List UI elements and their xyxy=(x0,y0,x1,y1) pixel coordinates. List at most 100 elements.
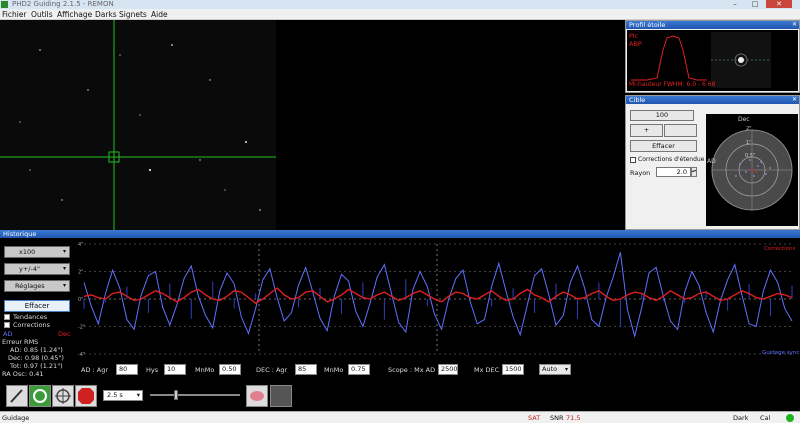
rms-title: Erreur RMS xyxy=(2,338,39,346)
zoom-out-button[interactable] xyxy=(664,124,697,137)
history-panel: Historique x100 ▾ y+/-4" ▾ Réglages ▾ Effac… xyxy=(0,230,800,382)
dec-mode-select[interactable]: Auto ▾ xyxy=(539,364,571,375)
settings-combo[interactable]: Réglages ▾ xyxy=(4,280,70,292)
zoom-in-button[interactable]: + xyxy=(630,124,663,137)
y-scale-combo[interactable]: y+/-4" ▾ xyxy=(4,263,70,275)
clear-history-button[interactable]: Effacer xyxy=(4,300,70,312)
graph-corner-label-top: Corrections xyxy=(764,246,796,252)
minimize-button[interactable]: – xyxy=(726,0,744,8)
target-bullseye xyxy=(706,114,798,226)
max-dec-input[interactable]: 1500 xyxy=(502,364,524,375)
rms-ra: AD: 0.85 (1.24") xyxy=(10,346,63,354)
app-icon xyxy=(1,1,8,8)
trends-label: Tendances xyxy=(13,313,48,321)
menu-affichage[interactable]: Affichage xyxy=(57,10,92,19)
target-clear-button[interactable]: Effacer xyxy=(630,140,697,152)
dec-aggr-label: DEC : Agr xyxy=(256,366,288,374)
star-field xyxy=(0,20,276,230)
window-titlebar: PHD2 Guiding 2.1.5 - REMON – □ ✕ xyxy=(0,0,800,9)
dec-minmo-input[interactable]: 0.75 xyxy=(348,364,370,375)
close-icon[interactable]: ✕ xyxy=(792,21,797,29)
status-snr-value: 71.5 xyxy=(566,414,581,422)
history-controls: x100 ▾ y+/-4" ▾ Réglages ▾ Effacer Tendance… xyxy=(0,238,76,382)
loop-icon[interactable] xyxy=(29,385,51,407)
ra-aggr-input[interactable]: 80 xyxy=(116,364,138,375)
radius-spinner[interactable]: ▴▾ xyxy=(691,167,697,177)
status-bar: Guidage SAT SNR 71.5 Dark Cal xyxy=(0,411,800,423)
stop-icon[interactable] xyxy=(75,385,97,407)
corrections-checkbox-label: Corrections d'étendue xyxy=(638,156,705,163)
profile-peak-label: Pic xyxy=(629,32,639,40)
ring-label-1: 1" xyxy=(746,140,752,146)
guiding-graph[interactable]: 4" 2" 0" -2" -4" Corrections Guidage sync xyxy=(76,238,800,360)
ring-label-05: 0.5" xyxy=(745,153,756,159)
dec-minmo-label: MnMo xyxy=(324,366,344,374)
ra-minmo-label: MnMo xyxy=(195,366,215,374)
graph-y-tick-label: 0" xyxy=(78,297,83,303)
camera-empty-area xyxy=(276,20,624,230)
profile-plot: Pic ABP Mi-hauteur FWHM: 6.0 - 6.68 xyxy=(627,30,798,91)
menu-signets[interactable]: Signets xyxy=(119,10,147,19)
ring-label-2: 2" xyxy=(746,126,752,132)
target-panel: Cible ✕ 100 + Effacer Corrections d'étend… xyxy=(625,95,800,230)
window-title: PHD2 Guiding 2.1.5 - REMON xyxy=(12,0,114,8)
target-ra-label: AD xyxy=(707,158,716,165)
dec-aggr-input[interactable]: 85 xyxy=(295,364,317,375)
menu-aide[interactable]: Aide xyxy=(151,10,168,19)
profile-abp-label: ABP xyxy=(629,40,642,48)
graph-y-tick-label: -2" xyxy=(78,325,85,331)
guide-parameters: AD : Agr 80 Hys 10 MnMo 0.50 DEC : Agr 8… xyxy=(76,360,800,382)
ra-oscillation: RA Osc: 0.41 xyxy=(2,370,44,378)
status-message: Guidage xyxy=(2,414,30,422)
pencil-icon[interactable] xyxy=(6,385,28,407)
legend-ra: AD xyxy=(3,330,13,338)
history-title: Historique xyxy=(0,230,800,238)
profile-fwhm: Mi-hauteur FWHM: 6.0 - 6.68 xyxy=(629,81,716,88)
status-dark: Dark xyxy=(733,414,749,422)
brain-icon[interactable] xyxy=(246,385,268,407)
status-snr-label: SNR xyxy=(550,414,564,422)
target-title: Cible ✕ xyxy=(626,96,799,104)
status-cal: Cal xyxy=(760,414,771,422)
scope-max-ra-label: Scope : Mx AD xyxy=(388,366,436,374)
hysteresis-input[interactable]: 10 xyxy=(164,364,186,375)
star-profile-panel: Profil étoile ✕ Pic ABP Mi-hauteur FWHM: … xyxy=(625,20,800,93)
rms-dec: Dec: 0.98 (0.45") xyxy=(8,354,64,362)
graph-y-tick-label: 4" xyxy=(78,242,83,248)
menu-outils[interactable]: Outils xyxy=(31,10,53,19)
status-sat: SAT xyxy=(528,414,541,422)
graph-y-tick-label: 2" xyxy=(78,270,83,276)
camera-view[interactable] xyxy=(0,20,276,230)
main-toolbar: 2.5 s ▾ xyxy=(0,382,800,411)
x-scale-combo[interactable]: x100 ▾ xyxy=(4,246,70,258)
corrections-label: Corrections xyxy=(13,321,51,329)
star-profile-title: Profil étoile ✕ xyxy=(626,21,799,29)
close-icon[interactable]: ✕ xyxy=(792,96,797,104)
status-connected-icon xyxy=(786,414,794,422)
target-dec-label: Dec xyxy=(738,116,750,123)
ra-series-line xyxy=(83,252,793,339)
trends-checkbox[interactable] xyxy=(4,314,10,320)
max-dec-label: Mx DEC xyxy=(474,366,500,374)
radius-input[interactable]: 2.0 xyxy=(656,167,691,177)
target-scale-combo[interactable]: 100 xyxy=(630,110,694,121)
corrections-toggle[interactable] xyxy=(4,322,10,328)
hysteresis-label: Hys xyxy=(146,366,159,374)
gamma-slider[interactable] xyxy=(150,390,240,400)
guiding-graph-svg: 4" 2" 0" -2" -4" xyxy=(78,242,793,358)
close-button[interactable]: ✕ xyxy=(766,0,792,8)
graph-y-tick-label: -4" xyxy=(78,352,85,358)
ra-aggr-label: AD : Agr xyxy=(81,366,109,374)
menu-darks[interactable]: Darks xyxy=(95,10,117,19)
corrections-checkbox[interactable] xyxy=(630,157,636,163)
menu-bar: Fichier Outils Affichage Darks Signets A… xyxy=(0,9,800,20)
graph-corner-label-bottom: Guidage sync xyxy=(762,350,800,356)
scope-max-ra-input[interactable]: 2500 xyxy=(438,364,458,375)
ra-minmo-input[interactable]: 0.50 xyxy=(219,364,241,375)
camera-icon[interactable] xyxy=(270,385,292,407)
rms-total: Tot: 0.97 (1.21") xyxy=(10,362,63,370)
maximize-button[interactable]: □ xyxy=(746,0,764,8)
exposure-select[interactable]: 2.5 s ▾ xyxy=(103,390,143,401)
crosshair-icon[interactable] xyxy=(52,385,74,407)
menu-fichier[interactable]: Fichier xyxy=(2,10,27,19)
